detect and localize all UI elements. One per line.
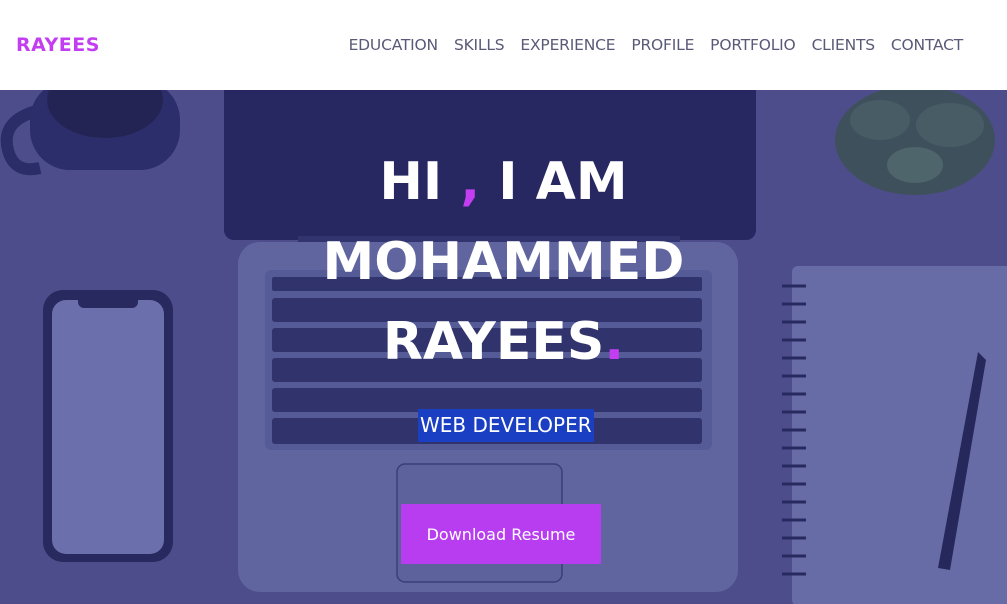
nav-link-contact[interactable]: CONTACT xyxy=(891,36,963,54)
hero-first-name: MOHAMMED xyxy=(322,232,685,292)
nav-link-experience[interactable]: EXPERIENCE xyxy=(520,36,615,54)
hero-heading: HI , I AM MOHAMMED RAYEES. xyxy=(0,142,1007,382)
nav-link-skills[interactable]: SKILLS xyxy=(454,36,505,54)
hero-section: HI , I AM MOHAMMED RAYEES. WEB DEVELOPER… xyxy=(0,90,1007,604)
hero-comma-accent: , xyxy=(460,152,481,212)
brand-logo[interactable]: RAYEES xyxy=(16,34,100,56)
download-resume-button[interactable]: Download Resume xyxy=(401,504,601,564)
nav-link-clients[interactable]: CLIENTS xyxy=(812,36,876,54)
hero-dot-accent: . xyxy=(604,312,625,372)
role-label: WEB DEVELOPER xyxy=(418,409,594,442)
hero-last-name: RAYEES xyxy=(382,312,605,372)
navbar: RAYEES EDUCATION SKILLS EXPERIENCE PROFI… xyxy=(0,0,1007,90)
hero-i-am: I AM xyxy=(498,152,628,212)
nav-link-profile[interactable]: PROFILE xyxy=(631,36,694,54)
nav-link-portfolio[interactable]: PORTFOLIO xyxy=(710,36,796,54)
main-nav: EDUCATION SKILLS EXPERIENCE PROFILE PORT… xyxy=(349,36,964,54)
nav-link-education[interactable]: EDUCATION xyxy=(349,36,439,54)
hero-greeting: HI xyxy=(379,152,443,212)
